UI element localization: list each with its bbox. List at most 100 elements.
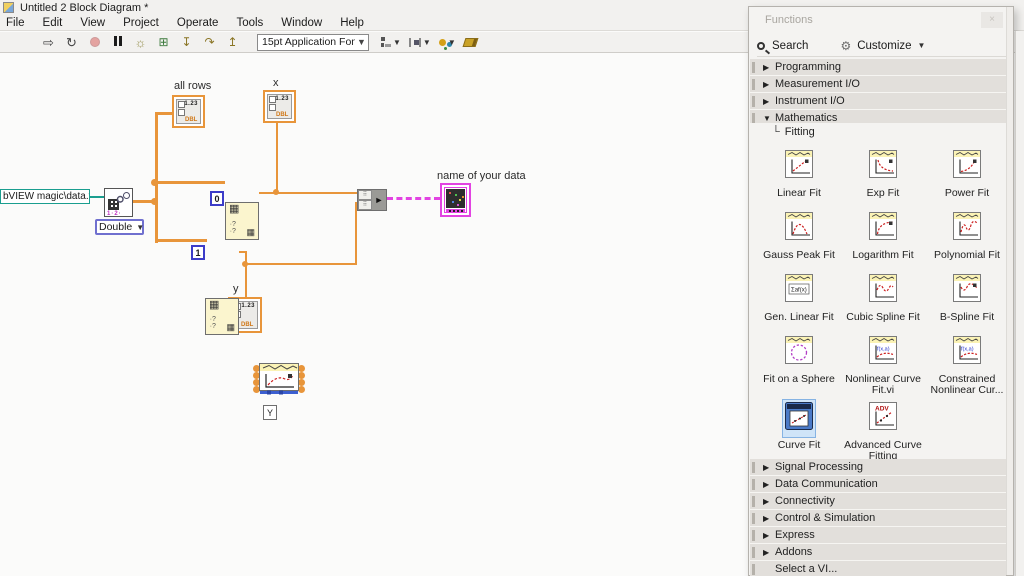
all-rows-indicator[interactable]: 1.23 DBL (172, 95, 205, 128)
wire-to-all-rows[interactable] (155, 112, 173, 115)
retain-wires-icon: ⊞ (158, 36, 168, 49)
expander-open-icon[interactable]: ▼ (763, 114, 775, 123)
palette-item-label: Nonlinear Curve Fit.vi (841, 374, 925, 396)
palette-item-gen-linear-fit[interactable]: Σaf(x)Gen. Linear Fit (757, 271, 841, 323)
search-icon (757, 42, 765, 50)
wire-to-index-array-1[interactable] (158, 181, 225, 184)
customize-button[interactable]: Customize (857, 40, 911, 52)
clean-up-diagram-button[interactable] (464, 34, 481, 51)
palette-category-connectivity[interactable]: ▶Connectivity (750, 493, 1006, 510)
palette-item-constrained-nonlinear-cur[interactable]: f(x,a)Constrained Nonlinear Cur... (925, 333, 1009, 396)
menu-view[interactable]: View (71, 15, 114, 31)
highlight-execution-button[interactable]: ☼ (132, 34, 149, 51)
run-button[interactable]: ⇨ (40, 34, 57, 51)
expander-closed-icon[interactable]: ▶ (763, 463, 775, 472)
step-into-button[interactable]: ↧ (178, 34, 195, 51)
index-array-node-1[interactable]: ▦ ∙?∙? ▦ (225, 202, 259, 240)
palette-item-nonlinear-curve-fit-vi[interactable]: f(x,a)Nonlinear Curve Fit.vi (841, 333, 925, 396)
palette-item-curve-fit[interactable]: Curve Fit (757, 399, 841, 451)
menu-tools[interactable]: Tools (227, 15, 272, 31)
run-continuously-button[interactable]: ↻ (63, 34, 80, 51)
y-label[interactable]: y (233, 283, 239, 295)
font-selector[interactable]: 15pt Application Font ▼ (257, 34, 369, 51)
index-array-node-2[interactable]: ▦ ∙?∙? ▦ (205, 298, 239, 335)
font-selector-label: 15pt Application Font (258, 36, 355, 48)
expander-closed-icon[interactable]: ▶ (763, 531, 775, 540)
menu-file[interactable]: File (0, 15, 34, 31)
step-out-button[interactable]: ↥ (224, 34, 241, 51)
palette-item-logarithm-fit[interactable]: Logarithm Fit (841, 209, 925, 261)
palette-category-signal-processing[interactable]: ▶Signal Processing (750, 459, 1006, 476)
close-icon[interactable]: × (981, 12, 1003, 28)
index-constant-1[interactable]: 1 (191, 245, 205, 260)
chevron-down-icon: ▼ (918, 41, 926, 50)
retain-wire-values-button[interactable]: ⊞ (155, 34, 172, 51)
xy-graph-label[interactable]: name of your data (437, 170, 526, 182)
palette-scrollbar[interactable] (1006, 7, 1013, 575)
category-label: Select a VI... (775, 563, 837, 575)
fit-y-terminal[interactable]: Y (263, 405, 277, 420)
distribute-objects-dropdown[interactable]: ▼ (407, 34, 433, 51)
align-objects-dropdown[interactable]: ▼ (379, 34, 403, 51)
array-value-text: 1.23 (241, 303, 255, 309)
menu-operate[interactable]: Operate (168, 15, 228, 31)
palette-item-fit-on-a-sphere[interactable]: Fit on a Sphere (757, 333, 841, 385)
x-indicator[interactable]: 1.23 DBL (263, 90, 296, 123)
wire-cluster[interactable] (387, 197, 440, 200)
palette-item-cubic-spline-fit[interactable]: Cubic Spline Fit (841, 271, 925, 323)
palette-item-power-fit[interactable]: Power Fit (925, 147, 1009, 199)
expander-closed-icon[interactable]: ▶ (763, 514, 775, 523)
expander-closed-icon[interactable]: ▶ (763, 497, 775, 506)
abort-button[interactable] (86, 34, 103, 51)
expander-closed-icon[interactable]: ▶ (763, 548, 775, 557)
palette-item-advanced-curve-fitting[interactable]: ADVAdvanced Curve Fitting (841, 399, 925, 462)
menu-window[interactable]: Window (272, 15, 331, 31)
search-button[interactable]: Search (772, 40, 808, 52)
palette-category-measurement-i-o[interactable]: ▶Measurement I/O (750, 76, 1006, 93)
expander-closed-icon[interactable]: ▶ (763, 80, 775, 89)
expander-closed-icon[interactable]: ▶ (763, 480, 775, 489)
expander-closed-icon[interactable]: ▶ (763, 97, 775, 106)
palette-item-b-spline-fit[interactable]: B-Spline Fit (925, 271, 1009, 323)
palette-category-data-communication[interactable]: ▶Data Communication (750, 476, 1006, 493)
palette-category-programming[interactable]: ▶Programming (750, 59, 1006, 76)
palette-subcategory-fitting[interactable]: └ Fitting (750, 123, 1006, 141)
expander-closed-icon[interactable]: ▶ (763, 63, 775, 72)
curve-fit-node[interactable] (255, 363, 303, 395)
wire-path[interactable] (89, 196, 105, 198)
palette-category-addons[interactable]: ▶Addons (750, 544, 1006, 561)
wire-2d-array-vertical[interactable] (155, 112, 158, 243)
bundle-node[interactable]: ⠿⠿ ► (357, 189, 387, 211)
x-label[interactable]: x (273, 77, 279, 89)
menu-edit[interactable]: Edit (34, 15, 72, 31)
index-constant-0[interactable]: 0 (210, 191, 224, 206)
step-over-button[interactable]: ↷ (201, 34, 218, 51)
palette-item-linear-fit[interactable]: Linear Fit (757, 147, 841, 199)
palette-category-instrument-i-o[interactable]: ▶Instrument I/O (750, 93, 1006, 110)
functions-palette-window[interactable]: Functions × Search ⚙ Customize ▼ ▶Progra… (748, 6, 1014, 576)
menu-project[interactable]: Project (114, 15, 168, 31)
palette-category-select-a-vi[interactable]: Select a VI... (750, 561, 1006, 576)
palette-category-control-simulation[interactable]: ▶Control & Simulation (750, 510, 1006, 527)
wire-y-up[interactable] (355, 202, 357, 265)
all-rows-label[interactable]: all rows (174, 80, 211, 92)
wire-to-index-array-2[interactable] (158, 239, 207, 242)
palette-item-label: Logarithm Fit (841, 250, 925, 261)
polymorphic-selector[interactable]: Double ▼ (95, 219, 144, 235)
read-spreadsheet-vi[interactable]: 1·2· (104, 188, 133, 217)
palette-category-express[interactable]: ▶Express (750, 527, 1006, 544)
palette-item-gauss-peak-fit[interactable]: Gauss Peak Fit (757, 209, 841, 261)
menu-help[interactable]: Help (331, 15, 373, 31)
resize-objects-dropdown[interactable]: ▼ (437, 34, 458, 51)
window-scrollbar[interactable] (1015, 31, 1024, 576)
xy-graph-terminal[interactable] (440, 183, 471, 217)
palette-item-exp-fit[interactable]: Exp Fit (841, 147, 925, 199)
pause-button[interactable] (109, 34, 126, 51)
file-path-constant[interactable]: bVIEW magic\data.txt (0, 189, 90, 204)
palette-item-polynomial-fit[interactable]: Polynomial Fit (925, 209, 1009, 261)
wire-y-branch[interactable] (245, 251, 247, 299)
wire-y-to-bundle[interactable] (245, 263, 357, 265)
curve-fit-icon (785, 417, 813, 434)
palette-item-label: Exp Fit (841, 188, 925, 199)
wire-x-branch[interactable] (276, 123, 278, 193)
